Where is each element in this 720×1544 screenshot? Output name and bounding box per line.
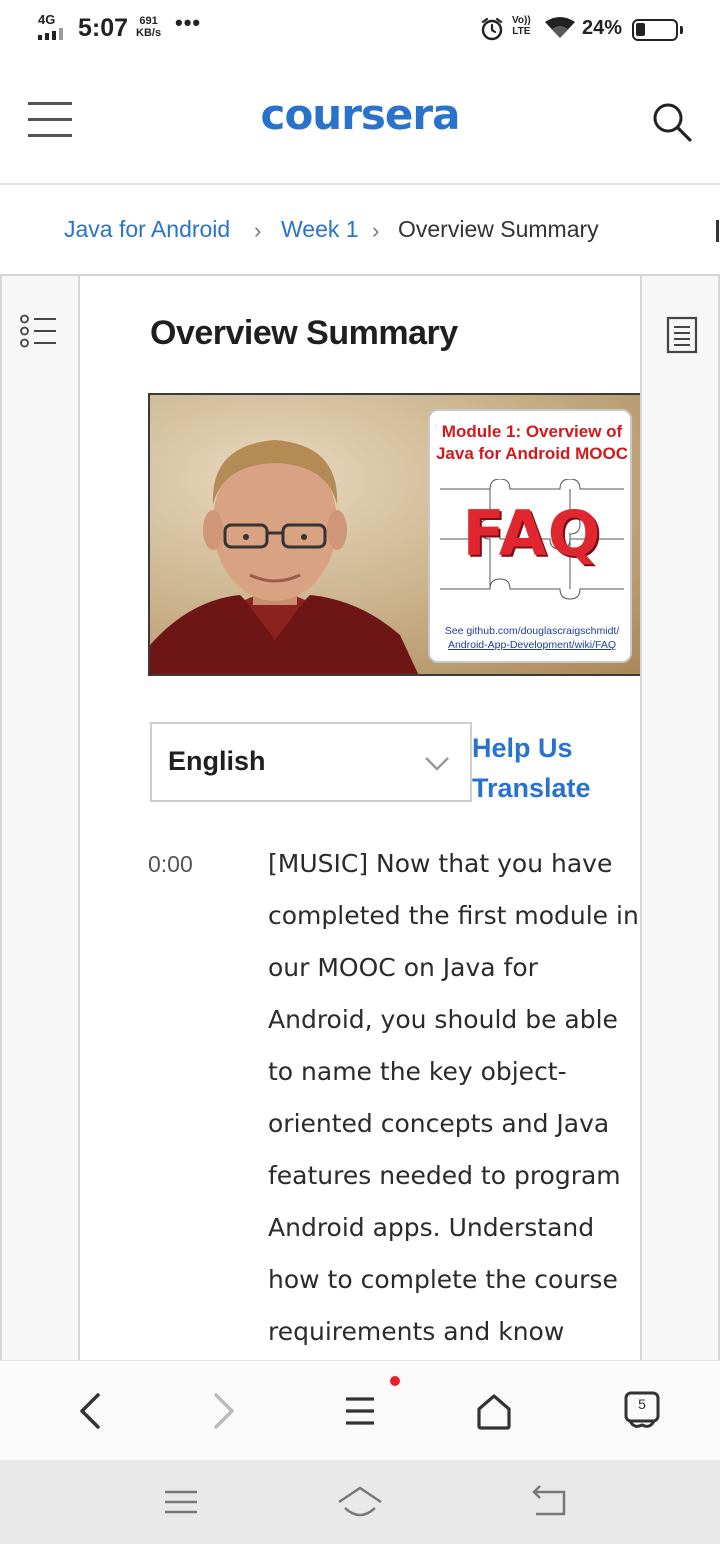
chevron-right-icon: › xyxy=(254,218,262,243)
volte-label: Vo)) xyxy=(512,15,531,26)
system-home-button[interactable] xyxy=(335,1482,385,1522)
browser-toolbar: 5 xyxy=(0,1360,720,1460)
table-of-contents-button[interactable] xyxy=(20,314,58,348)
help-us-translate-link[interactable]: Help Us Translate xyxy=(472,728,632,808)
more-notifications-icon: ••• xyxy=(175,10,202,35)
slide-title-line2: Java for Android MOOC xyxy=(435,444,629,463)
signal-icon xyxy=(38,28,70,40)
network-speed-value: 691 xyxy=(139,15,158,27)
slide-faq-word: FAQ xyxy=(462,497,602,570)
tabs-button[interactable]: 5 xyxy=(620,1389,664,1433)
menu-notification-dot xyxy=(390,1376,400,1386)
network-type: 4G xyxy=(38,12,56,27)
clock: 5:07 xyxy=(78,14,129,42)
breadcrumb: Java for Android › Week 1 › Overview Sum… xyxy=(0,186,720,274)
tabs-count: 5 xyxy=(638,1396,646,1412)
search-button[interactable] xyxy=(650,100,694,144)
breadcrumb-overflow-edge xyxy=(716,220,719,242)
coursera-logo[interactable]: coursera xyxy=(0,90,720,139)
slide-link-line1: See github.com/douglascraigschmidt/ xyxy=(444,625,620,637)
slide-title: Module 1: Overview of Java for Android M… xyxy=(430,421,630,465)
recent-apps-button[interactable] xyxy=(156,1482,206,1522)
video-player[interactable]: Module 1: Overview of Java for Android M… xyxy=(148,393,640,676)
chevron-right-icon: › xyxy=(372,218,380,243)
page-title: Overview Summary xyxy=(150,314,458,352)
back-button[interactable] xyxy=(68,1389,112,1433)
app-header: coursera xyxy=(0,58,720,185)
system-back-button[interactable] xyxy=(524,1482,574,1522)
volte-indicator: Vo)) LTE xyxy=(512,15,531,37)
breadcrumb-current: Overview Summary xyxy=(398,216,599,242)
lecturer-image xyxy=(150,440,419,674)
transcript-timestamp[interactable]: 0:00 xyxy=(148,851,193,878)
browser-menu-button[interactable] xyxy=(338,1389,382,1433)
status-bar: 4G 5:07 691 KB/s ••• Vo)) LTE 24% xyxy=(0,0,720,58)
transcript-text[interactable]: [MUSIC] Now that you have completed the … xyxy=(268,838,640,1358)
network-speed-unit: KB/s xyxy=(136,27,162,39)
wifi-icon xyxy=(545,17,575,38)
notes-button[interactable] xyxy=(666,316,698,354)
slide-link-line2: Android-App-Development/wiki/FAQ xyxy=(447,639,617,651)
home-button[interactable] xyxy=(472,1389,516,1433)
battery-fill xyxy=(636,23,645,36)
chevron-down-icon xyxy=(425,757,449,771)
selected-language: English xyxy=(168,746,266,776)
right-rail xyxy=(640,276,720,1360)
network-speed: 691 KB/s xyxy=(136,15,161,39)
alarm-icon xyxy=(481,17,503,41)
lte-label: LTE xyxy=(512,26,531,37)
breadcrumb-course[interactable]: Java for Android xyxy=(64,216,230,243)
battery-icon xyxy=(632,19,683,41)
faq-slide: Module 1: Overview of Java for Android M… xyxy=(428,409,632,663)
battery-percent: 24% xyxy=(582,17,623,39)
breadcrumb-week[interactable]: Week 1 xyxy=(281,216,359,243)
system-navigation-bar xyxy=(0,1460,720,1544)
left-rail xyxy=(0,276,80,1360)
transcript-language-select[interactable]: English xyxy=(150,722,472,802)
slide-title-line1: Module 1: Overview of xyxy=(441,422,623,441)
lecture-content: Overview Summary Module 1: Overview of J… xyxy=(82,276,640,1360)
forward-button[interactable] xyxy=(202,1389,246,1433)
